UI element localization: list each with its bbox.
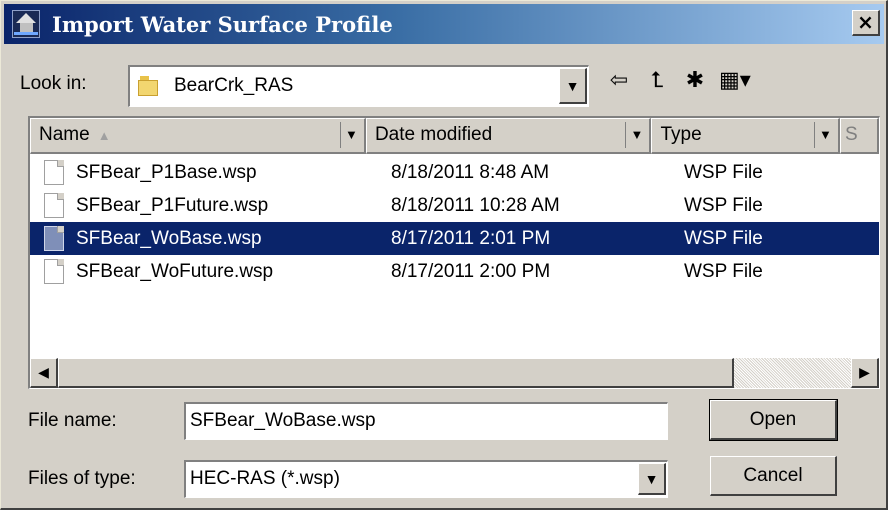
- file-type-label: Files of type:: [28, 468, 136, 489]
- file-icon: [44, 259, 64, 284]
- scrollbar-thumb[interactable]: [58, 358, 734, 388]
- column-header-name[interactable]: Name ▲ ▼: [30, 118, 366, 154]
- import-dialog: Import Water Surface Profile × Look in: …: [0, 0, 888, 510]
- new-folder-icon[interactable]: ✱: [681, 65, 709, 97]
- column-header-date[interactable]: Date modified ▼: [365, 118, 652, 154]
- up-folder-icon[interactable]: ⮤: [643, 65, 671, 97]
- title-bar[interactable]: Import Water Surface Profile ×: [4, 4, 884, 44]
- look-in-label: Look in:: [20, 73, 87, 94]
- scroll-left-icon[interactable]: ◀: [30, 358, 58, 388]
- back-arrow-icon[interactable]: ⇦: [605, 65, 633, 97]
- hec-ras-app-icon: [12, 10, 40, 38]
- look-in-value: BearCrk_RAS: [174, 75, 294, 96]
- file-name-label: File name:: [28, 410, 117, 431]
- table-row[interactable]: SFBear_P1Future.wsp 8/18/2011 10:28 AM W…: [30, 189, 879, 222]
- open-button[interactable]: Open: [709, 399, 838, 441]
- file-list[interactable]: Name ▲ ▼ Date modified ▼ Type ▼ S SFBear_…: [28, 116, 880, 389]
- close-button[interactable]: ×: [852, 10, 880, 36]
- file-type-dropdown[interactable]: HEC-RAS (*.wsp) ▼: [184, 460, 668, 498]
- column-header-type[interactable]: Type ▼: [651, 118, 840, 154]
- file-type-value: HEC-RAS (*.wsp): [190, 468, 340, 489]
- table-row-selected[interactable]: SFBear_WoBase.wsp 8/17/2011 2:01 PM WSP …: [30, 222, 879, 255]
- chevron-down-icon[interactable]: ▼: [813, 122, 836, 148]
- navigation-toolbar: ⇦ ⮤ ✱ ▦▾: [605, 65, 751, 97]
- column-header-size[interactable]: S: [839, 118, 879, 154]
- file-icon: [44, 193, 64, 218]
- sort-ascending-icon: ▲: [97, 128, 111, 143]
- file-rows: SFBear_P1Base.wsp 8/18/2011 8:48 AM WSP …: [30, 156, 879, 288]
- chevron-down-icon[interactable]: ▼: [339, 122, 362, 148]
- look-in-dropdown[interactable]: BearCrk_RAS ▼: [128, 65, 589, 107]
- table-row[interactable]: SFBear_P1Base.wsp 8/18/2011 8:48 AM WSP …: [30, 156, 879, 189]
- cancel-button[interactable]: Cancel: [710, 456, 837, 496]
- chevron-down-icon[interactable]: ▼: [625, 122, 647, 148]
- chevron-down-icon[interactable]: ▼: [638, 463, 666, 495]
- folder-icon: [138, 76, 160, 96]
- horizontal-scrollbar[interactable]: ◀ ▶: [30, 358, 879, 388]
- file-icon: [44, 160, 64, 185]
- file-name-input[interactable]: SFBear_WoBase.wsp: [184, 402, 668, 440]
- chevron-down-icon[interactable]: ▼: [559, 68, 587, 104]
- view-menu-icon[interactable]: ▦▾: [719, 65, 751, 97]
- file-icon: [44, 226, 64, 251]
- column-header-row: Name ▲ ▼ Date modified ▼ Type ▼ S: [30, 118, 879, 154]
- window-title: Import Water Surface Profile: [52, 11, 393, 37]
- table-row[interactable]: SFBear_WoFuture.wsp 8/17/2011 2:00 PM WS…: [30, 255, 879, 288]
- scroll-right-icon[interactable]: ▶: [851, 358, 879, 388]
